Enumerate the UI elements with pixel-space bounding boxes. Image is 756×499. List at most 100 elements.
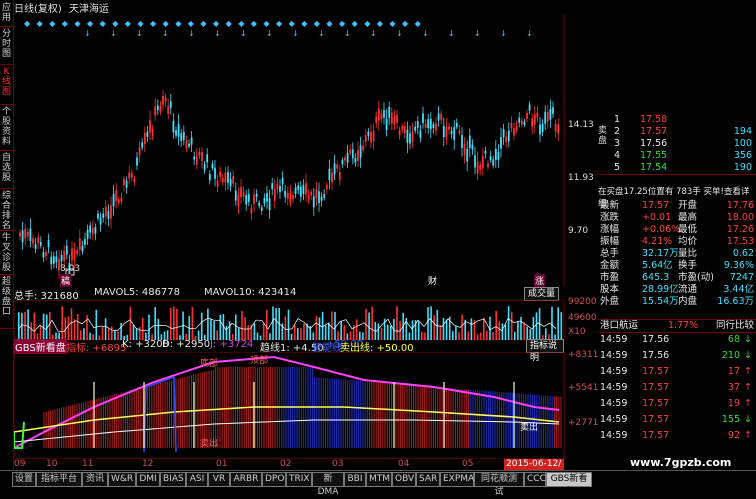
stat-row[interactable]: 股本 28.99亿 流通 3.44亿 <box>598 284 756 296</box>
sector-name[interactable]: 港口航运 <box>600 320 638 332</box>
indicator-tab[interactable]: ASI <box>186 472 208 487</box>
candle-body <box>104 206 107 217</box>
kline-chart[interactable]: ◆ ◆ ◆ ◆ ◆ ◆ ◆ ◆ ◆ ◆ ◆ ◆ ◆ ◆ ◆ ◆ ◆ ◆ ◆ ◆ ◆ ◆ ◆ ◆ ◆ ◆ ◆ ◆ ◆ ◆ ◆ ◆↓ ↓ ↓ ↓ ↓ ↓ ↓ ↓… <box>14 14 599 286</box>
volume-bar <box>430 306 432 340</box>
candle-body <box>247 193 250 203</box>
candle-body <box>97 213 99 219</box>
indicator-help-button[interactable]: 指标说明 <box>526 339 564 363</box>
stat-label: 振幅 <box>600 236 620 247</box>
tick-row[interactable]: 14:59 17.56 68 ↓ <box>598 334 756 346</box>
candle-body <box>42 252 45 258</box>
candle-body <box>258 202 261 206</box>
indicator-tab[interactable]: ARBR <box>230 472 262 487</box>
stat-row[interactable]: 总手 32.17万 量比 0.62 <box>598 248 756 260</box>
volume-bar <box>157 318 160 340</box>
indicator-tab[interactable]: DPO <box>262 472 286 487</box>
candle-body <box>24 228 27 239</box>
indicator-tab[interactable]: SAR <box>416 472 440 487</box>
indicator-tab[interactable]: TRIX <box>286 472 312 487</box>
stat-value: 16.63万 <box>717 296 754 307</box>
tick-row[interactable]: 14:59 17.57 37 ↑ <box>598 382 756 394</box>
candle-body <box>125 180 128 188</box>
tick-row[interactable]: 14:59 17.57 155 ↓ <box>598 414 756 426</box>
tick-row[interactable]: 14:59 17.57 17 ↑ <box>598 366 756 378</box>
indicator-tab[interactable]: BIAS <box>160 472 186 487</box>
candle-body <box>367 131 370 136</box>
chart-marker-2[interactable]: 财 <box>428 274 437 287</box>
sidebar-tab[interactable]: 综合排名 <box>0 188 13 231</box>
candle-body <box>123 178 125 186</box>
stat-row[interactable]: 市盈 645.3 市盈(动) 7247 <box>598 272 756 284</box>
volume-type-button[interactable]: 成交量 <box>524 287 560 301</box>
tick-row[interactable]: 14:59 17.56 210 ↓ <box>598 350 756 362</box>
candle-body <box>242 191 245 197</box>
candle-body <box>510 122 513 129</box>
indicator-tab[interactable]: DMI <box>136 472 160 487</box>
candle-body <box>468 135 471 148</box>
sidebar-tab[interactable]: 超级盘口 <box>0 274 13 329</box>
chart-title: 日线(复权) 天津海运 <box>14 0 109 15</box>
tick-row[interactable]: 14:59 17.57 19 ↑ <box>598 398 756 410</box>
candle-body <box>442 125 445 138</box>
stat-row[interactable]: 涨幅 +0.06% 最低 17.26 <box>598 224 756 236</box>
volume-bar <box>169 307 172 340</box>
candle-body <box>84 238 86 245</box>
candle-body <box>489 156 492 160</box>
indicator-tab[interactable]: W&R <box>108 472 136 487</box>
tick-row[interactable]: 14:59 17.57 92 ↑ <box>598 430 756 442</box>
candle-body <box>206 154 209 163</box>
candle-body <box>177 123 180 137</box>
stat-label: 内盘 <box>678 296 698 307</box>
stat-row[interactable]: 最新 17.57 开盘 17.76 <box>598 200 756 212</box>
peer-compare-link[interactable]: 同行比较 <box>716 320 754 332</box>
indicator-tab[interactable]: 资讯 <box>82 472 108 487</box>
candle-body <box>520 120 523 125</box>
candle-body <box>385 118 388 131</box>
stat-label: 涨跌 <box>600 212 620 223</box>
stat-row[interactable]: 涨跌 +0.01 最高 18.00 <box>598 212 756 224</box>
indicator-tab[interactable]: 同花顺测试 <box>474 472 524 497</box>
volume-bar <box>355 319 358 340</box>
chart-marker-1[interactable]: 稿 <box>60 274 72 287</box>
candle-body <box>102 213 105 218</box>
stat-row[interactable]: 金额 5.64亿 换手 9.36% <box>598 260 756 272</box>
indicator-tab[interactable]: GBS新看盘 <box>546 472 592 497</box>
indicator-tab[interactable]: EXPMA <box>440 472 474 487</box>
candle-body <box>221 177 224 182</box>
indicator-tab[interactable]: OBV <box>392 472 416 487</box>
indicator-tab[interactable]: CCC <box>524 472 546 487</box>
indicator-chart[interactable] <box>14 352 599 459</box>
sidebar-tab[interactable]: 应用 <box>0 0 13 27</box>
order-notice-row[interactable]: 在买盘17.25位置有 783手 买单!查看详细 <box>598 186 756 209</box>
indicator-label-sell-2: 卖出 <box>520 423 539 433</box>
indicator-tab[interactable]: 设置 <box>12 472 36 487</box>
stat-row[interactable]: 振幅 4.21% 均价 17.53 <box>598 236 756 248</box>
sidebar-tab[interactable]: 自选股 <box>0 150 13 189</box>
volume-bar <box>39 325 42 340</box>
indicator-tab[interactable]: 指标平台 <box>36 472 82 487</box>
volume-chart[interactable] <box>14 300 599 340</box>
event-diamond-icon: ◆ <box>238 19 245 28</box>
candle-body <box>193 156 196 160</box>
stat-row[interactable]: 外盘 15.54万 内盘 16.63万 <box>598 296 756 308</box>
sidebar-tab[interactable]: 分时图 <box>0 26 13 65</box>
candle-body <box>476 161 479 174</box>
sector-row[interactable]: 港口航运 1.77% 同行比较 <box>598 319 756 333</box>
tick-price: 17.56 <box>642 350 670 361</box>
candle-body <box>136 157 138 166</box>
indicator-tab[interactable]: MTM <box>366 472 392 487</box>
volume-bar <box>173 306 175 340</box>
sidebar-tab[interactable]: 个股资料 <box>0 104 13 151</box>
volume-bar <box>324 325 327 340</box>
indicator-tab[interactable]: 新DMA <box>312 472 344 497</box>
volume-ma5: MAVOL5: 486778 <box>94 287 181 298</box>
chart-marker-3[interactable]: 涨 <box>534 274 546 287</box>
sidebar-tab[interactable]: K线图 <box>0 64 13 105</box>
candle-body <box>411 131 414 142</box>
volume-bar <box>191 306 194 340</box>
indicator-tab[interactable]: VR <box>208 472 230 487</box>
candle-body <box>375 117 378 123</box>
indicator-tab[interactable]: BBI <box>344 472 366 487</box>
candle-body <box>458 130 461 134</box>
sidebar-tab[interactable]: 牛叉诊股 <box>0 230 13 275</box>
